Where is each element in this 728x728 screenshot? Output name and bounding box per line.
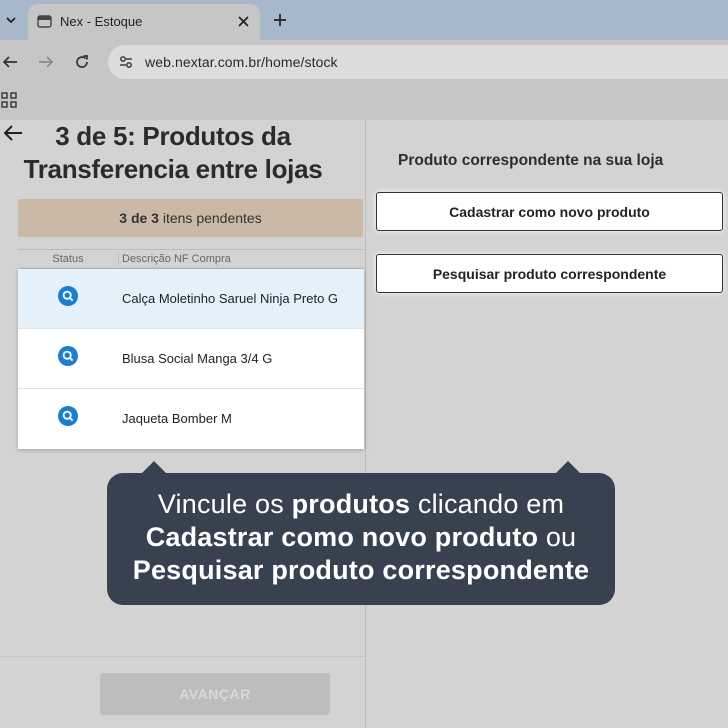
browser-toolbar: web.nextar.com.br/home/stock [0, 40, 728, 84]
instruction-tooltip: Vincule os produtos clicando em Cadastra… [107, 461, 615, 605]
apps-icon[interactable] [1, 92, 17, 108]
row-description: Blusa Social Manga 3/4 G [122, 351, 273, 366]
row-description: Calça Moletinho Saruel Ninja Preto G [122, 291, 339, 306]
tooltip-text-part: Vincule os [157, 489, 292, 519]
advance-button[interactable]: AVANÇAR [100, 673, 330, 715]
tooltip-arrow-left [141, 461, 167, 474]
site-info-icon[interactable] [118, 54, 134, 70]
search-matching-product-button[interactable]: Pesquisar produto correspondente [376, 254, 723, 293]
page-title: 3 de 5: Produtos da Transferencia entre … [23, 121, 323, 184]
right-panel-title: Produto correspondente na sua loja [398, 152, 664, 169]
tab-title: Nex - Estoque [60, 14, 143, 29]
address-bar[interactable]: web.nextar.com.br/home/stock [108, 45, 728, 79]
plus-icon[interactable] [270, 10, 290, 30]
tooltip-text-part: ou [538, 522, 577, 552]
tooltip-bold-register: Cadastrar como novo produto [145, 522, 539, 552]
url-text: web.nextar.com.br/home/stock [145, 54, 338, 70]
pending-banner: 3 de 3 itens pendentes [18, 199, 363, 237]
reload-icon[interactable] [72, 52, 92, 72]
product-table: Calça Moletinho Saruel Ninja Preto G Blu… [18, 269, 364, 449]
table-header: Status Descrição NF Compra [18, 249, 364, 269]
page-content: 3 de 5: Produtos da Transferencia entre … [0, 120, 728, 728]
pending-count: 3 de 3 [119, 210, 159, 226]
tooltip-arrow-right [555, 461, 581, 474]
browser-tab[interactable]: Nex - Estoque [28, 4, 260, 40]
footer-divider [0, 656, 365, 657]
browser-tab-bar: Nex - Estoque [0, 0, 728, 40]
search-icon [58, 406, 78, 426]
favicon-icon [37, 15, 52, 28]
bookmarks-bar [0, 84, 728, 120]
table-row[interactable]: Blusa Social Manga 3/4 G [18, 329, 364, 389]
tooltip-bold-products: produtos [291, 489, 411, 519]
tooltip-text: Vincule os produtos clicando em Cadastra… [107, 488, 615, 587]
column-header-description: Descrição NF Compra [122, 253, 231, 265]
row-description: Jaqueta Bomber M [122, 411, 232, 426]
panel-divider [365, 120, 366, 728]
column-header-status: Status [18, 253, 119, 265]
close-icon[interactable] [234, 12, 252, 30]
table-row[interactable]: Jaqueta Bomber M [18, 389, 364, 449]
tooltip-text-part: clicando em [410, 489, 565, 519]
back-icon[interactable] [0, 52, 20, 72]
search-icon [58, 346, 78, 366]
pending-label: itens pendentes [162, 210, 262, 226]
tooltip-bold-search: Pesquisar produto correspondente [132, 555, 590, 585]
search-icon [58, 286, 78, 306]
register-new-product-button[interactable]: Cadastrar como novo produto [376, 192, 723, 231]
chevron-down-icon[interactable] [0, 8, 22, 32]
table-row[interactable]: Calça Moletinho Saruel Ninja Preto G [18, 269, 364, 329]
forward-icon[interactable] [36, 52, 56, 72]
